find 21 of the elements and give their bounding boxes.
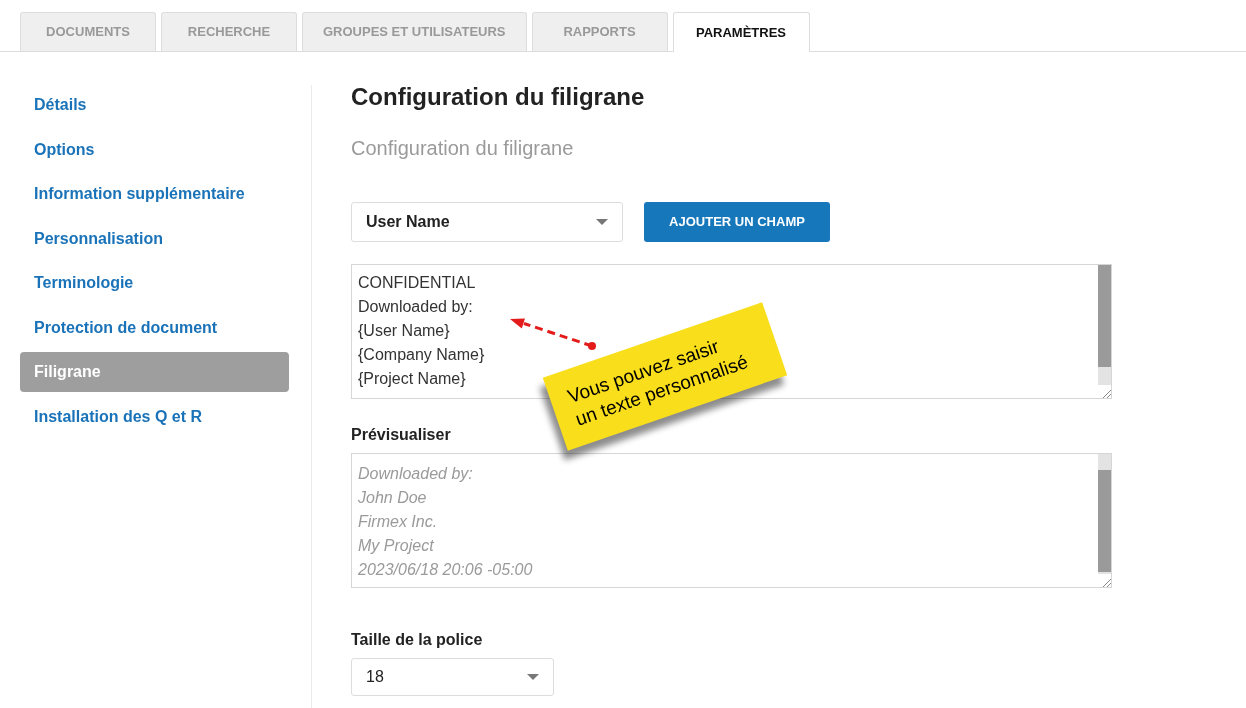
caret-icon [527,674,539,680]
sidebar-item[interactable]: Installation des Q et R [20,396,289,437]
section-subtitle: Configuration du filigrane [351,136,574,160]
resize-grip-icon[interactable] [1103,390,1111,398]
preview-label: Prévisualiser [351,425,451,445]
sidebar-item[interactable]: Personnalisation [20,218,289,259]
font-size-dropdown[interactable]: 18 [351,658,554,696]
page-title: Configuration du filigrane [351,82,645,112]
sidebar-item[interactable]: Filigrane [20,352,289,392]
sidebar-item[interactable]: Options [20,129,289,170]
sidebar-item[interactable]: Information supplémentaire [20,174,289,214]
font-size-label: Taille de la police [351,630,483,650]
add-field-button[interactable]: AJOUTER UN CHAMP [644,202,830,242]
sidebar-item[interactable]: Détails [20,85,289,125]
caret-icon [596,219,608,225]
sidebar-item[interactable]: Protection de document [20,307,289,348]
sidebar-item[interactable]: Terminologie [20,263,289,303]
tab[interactable]: PARAMÈTRES [672,12,810,52]
field-dropdown[interactable]: User Name [351,202,623,242]
preview-field: Downloaded by: John Doe Firmex Inc. My Project 2023/06/18 20:06 -05:00 [351,453,1112,588]
resize-grip-icon[interactable] [1103,579,1111,587]
